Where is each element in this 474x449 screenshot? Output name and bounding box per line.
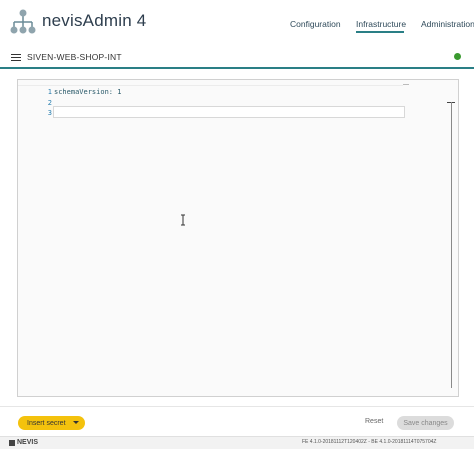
line-number: 2 bbox=[47, 98, 52, 107]
nevis-tree-logo-icon[interactable] bbox=[10, 8, 36, 36]
code-line[interactable] bbox=[54, 98, 121, 109]
editor-content[interactable]: 1 2 3 schemaVersion: 1 bbox=[18, 80, 458, 396]
vertical-scrollbar[interactable] bbox=[451, 102, 452, 388]
project-bar: SIVEN-WEB-SHOP-INT bbox=[0, 46, 474, 69]
line-number: 3 bbox=[47, 109, 52, 117]
app-title: nevisAdmin 4 bbox=[42, 11, 147, 30]
footer: NEVIS FE 4.1.0-20181112T120402Z - BE 4.1… bbox=[0, 436, 474, 449]
nevis-logo-icon bbox=[9, 439, 15, 446]
footer-brand: NEVIS bbox=[17, 439, 39, 446]
project-name: SIVEN-WEB-SHOP-INT bbox=[27, 52, 122, 62]
insert-secret-label: Insert secret bbox=[27, 419, 66, 427]
line-number-gutter: 1 2 3 bbox=[32, 87, 52, 119]
insert-secret-button[interactable]: Insert secret bbox=[18, 416, 85, 430]
status-indicator bbox=[454, 53, 461, 60]
editor-top-rule bbox=[18, 85, 403, 86]
footer-logo: NEVIS bbox=[9, 439, 38, 446]
nav-administration[interactable]: Administration bbox=[421, 19, 474, 29]
nav-configuration[interactable]: Configuration bbox=[290, 19, 341, 29]
code-line[interactable] bbox=[54, 108, 121, 119]
editor-scroll-mark bbox=[403, 84, 409, 85]
code-line[interactable]: schemaVersion: 1 bbox=[54, 87, 121, 98]
action-bar: Insert secret Reset Save changes bbox=[0, 406, 474, 437]
nav-infrastructure[interactable]: Infrastructure bbox=[356, 19, 406, 29]
line-number: 1 bbox=[47, 88, 52, 96]
code-lines[interactable]: schemaVersion: 1 bbox=[54, 87, 121, 119]
hamburger-menu-icon[interactable] bbox=[11, 54, 21, 62]
text-cursor-icon bbox=[181, 214, 185, 226]
chevron-down-icon bbox=[73, 421, 79, 424]
yaml-editor[interactable]: 1 2 3 schemaVersion: 1 bbox=[17, 79, 459, 397]
save-changes-button[interactable]: Save changes bbox=[397, 416, 454, 430]
version-info: FE 4.1.0-20181112T120402Z - BE 4.1.0-201… bbox=[302, 439, 437, 445]
active-nav-indicator bbox=[356, 31, 404, 33]
reset-button[interactable]: Reset bbox=[365, 418, 383, 425]
top-header: nevisAdmin 4 Configuration Infrastructur… bbox=[0, 0, 474, 46]
